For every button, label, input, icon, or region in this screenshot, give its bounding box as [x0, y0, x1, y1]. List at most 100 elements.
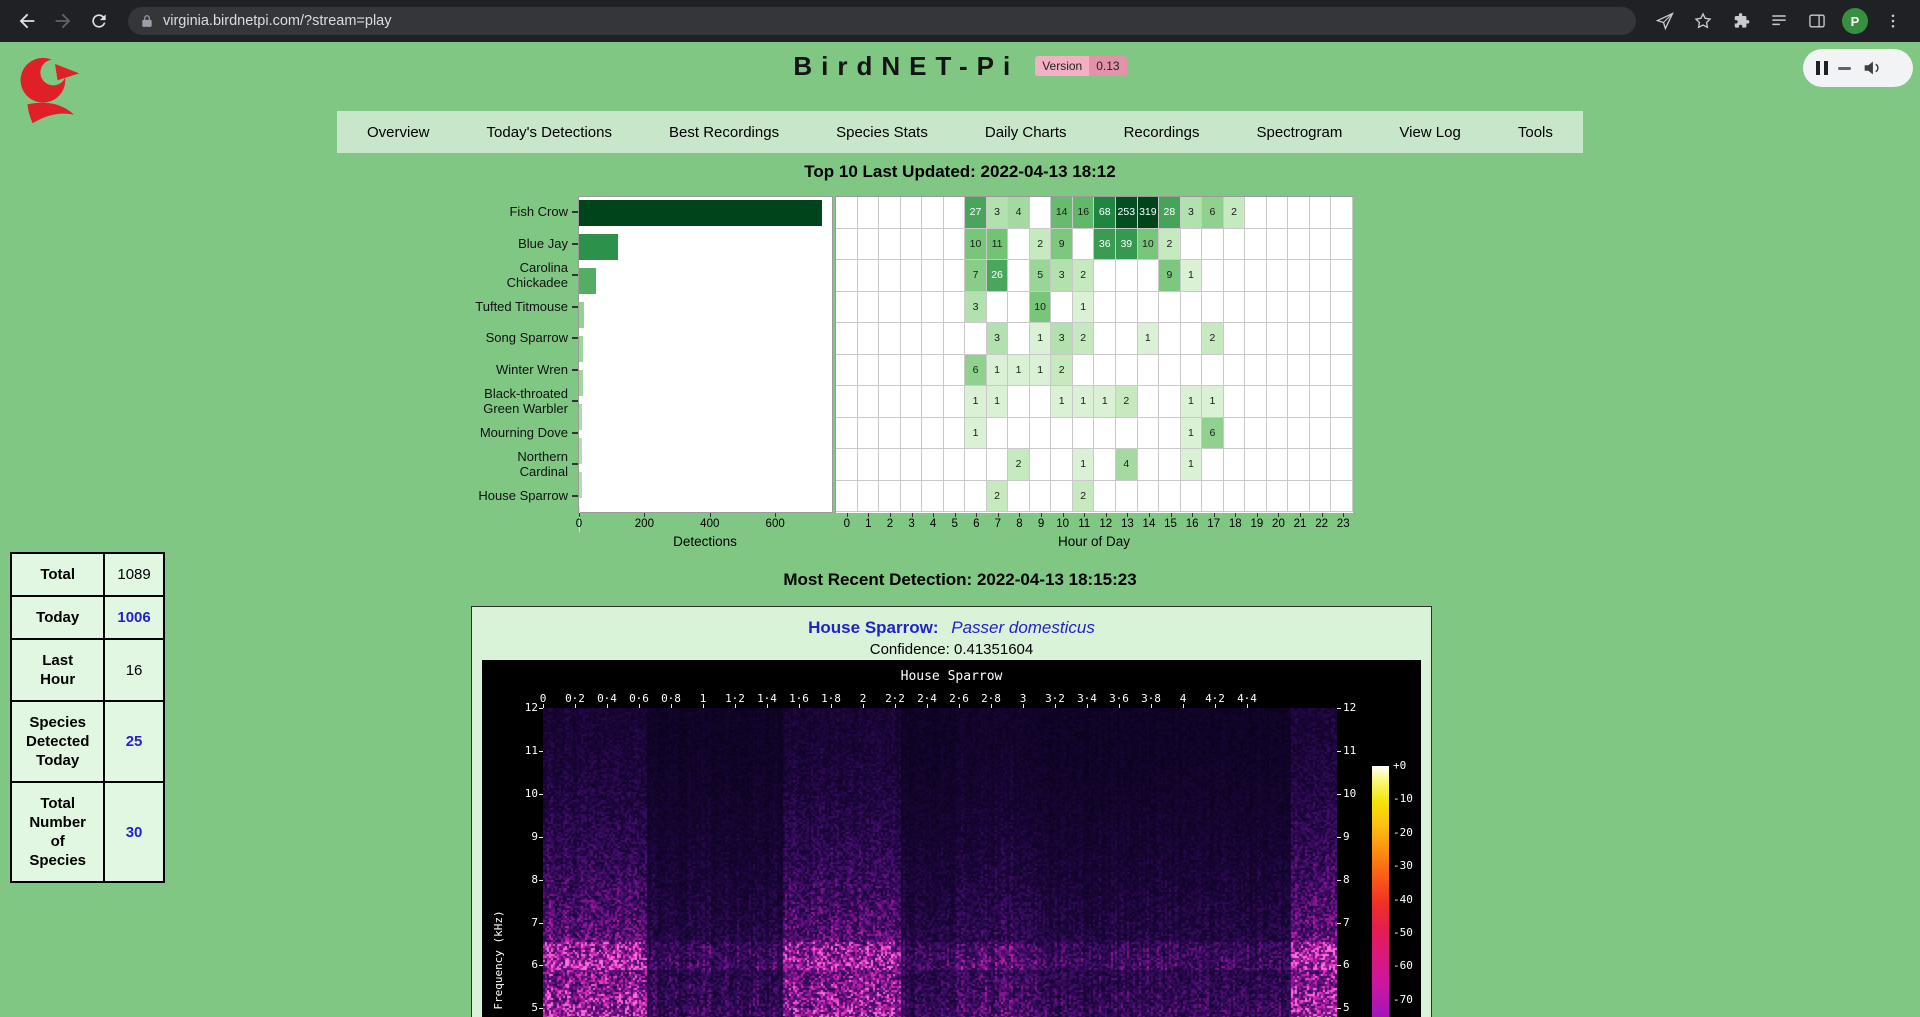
extensions-puzzle-icon[interactable] — [1724, 4, 1758, 38]
species-label-northern-cardinal: Northern Cardinal — [413, 448, 568, 480]
heat-cell — [944, 260, 966, 292]
pause-button[interactable] — [1816, 61, 1828, 75]
spectrogram-freq-ticklabel-left: 6 — [502, 958, 538, 971]
nav-item-recordings[interactable]: Recordings — [1124, 124, 1200, 141]
bookmark-star-icon[interactable] — [1686, 4, 1720, 38]
profile-avatar[interactable]: P — [1842, 8, 1868, 34]
stats-value-link[interactable]: 25 — [104, 701, 163, 782]
heat-cell: 3 — [1051, 323, 1073, 355]
species-label-blue-jay: Blue Jay — [413, 228, 568, 260]
spectrogram-time-tick — [863, 704, 864, 708]
heat-cell — [1008, 260, 1030, 292]
heat-cell — [1288, 323, 1310, 355]
colorbar-ticklabel: -70 — [1393, 993, 1413, 1006]
heat-cell — [987, 418, 1009, 450]
detection-species-link[interactable]: House Sparrow: — [808, 618, 938, 637]
heat-cell: 1 — [1073, 292, 1095, 324]
heat-cell — [1094, 355, 1116, 387]
heat-cell — [1116, 292, 1138, 324]
spectrogram: House Sparrow Frequency (kHz) 00·20·40·6… — [482, 660, 1421, 1017]
stats-value-link[interactable]: 30 — [104, 782, 163, 882]
colorbar-ticklabel: -40 — [1393, 893, 1413, 906]
heat-cell — [1331, 386, 1353, 418]
heat-cell — [901, 355, 923, 387]
hour-axis-tick — [933, 513, 934, 517]
heat-cell — [1138, 260, 1160, 292]
spectrogram-time-tick — [671, 704, 672, 708]
back-button[interactable] — [10, 4, 44, 38]
audio-player[interactable] — [1803, 49, 1913, 87]
hour-axis-ticklabel: 11 — [1078, 518, 1090, 530]
heat-cell — [1331, 355, 1353, 387]
volume-icon[interactable] — [1861, 57, 1883, 79]
hour-axis-tick — [1214, 513, 1215, 517]
nav-item-today-s-detections[interactable]: Today's Detections — [487, 124, 612, 141]
stats-value-link[interactable]: 1006 — [104, 596, 163, 639]
spectrogram-title: House Sparrow — [482, 669, 1421, 684]
side-panel-icon[interactable] — [1800, 4, 1834, 38]
species-label-winter-wren: Winter Wren — [413, 354, 568, 386]
heat-cell: 1 — [1051, 386, 1073, 418]
bar-chart-panel — [578, 196, 833, 513]
detection-confidence: Confidence: 0.41351604 — [472, 641, 1431, 658]
heat-cell: 2 — [987, 481, 1009, 513]
hour-axis-ticklabel: 17 — [1207, 518, 1220, 530]
nav-item-tools[interactable]: Tools — [1518, 124, 1553, 141]
heat-row-carolina-chickadee: 72653291 — [836, 260, 1353, 292]
heat-cell: 6 — [1202, 197, 1224, 229]
spectrogram-time-tick — [735, 704, 736, 708]
heat-cell — [901, 449, 923, 481]
spectrogram-freq-ticklabel-left: 8 — [502, 873, 538, 886]
spectrogram-freq-tick — [539, 837, 543, 838]
spectrogram-freq-tick — [539, 880, 543, 881]
heat-cell: 10 — [965, 229, 987, 261]
heat-cell — [1030, 386, 1052, 418]
stats-row: Species Detected Today25 — [11, 701, 164, 782]
heat-cell — [1008, 323, 1030, 355]
heat-cell — [1008, 229, 1030, 261]
nav-item-daily-charts[interactable]: Daily Charts — [985, 124, 1067, 141]
nav-item-view-log[interactable]: View Log — [1399, 124, 1460, 141]
hour-axis-tick — [1235, 513, 1236, 517]
menu-dots-icon[interactable] — [1876, 4, 1910, 38]
heat-cell: 4 — [1116, 449, 1138, 481]
nav-item-species-stats[interactable]: Species Stats — [836, 124, 928, 141]
heat-cell — [879, 355, 901, 387]
heat-cell: 36 — [1094, 229, 1116, 261]
heat-cell — [1331, 260, 1353, 292]
bar-axis-ticklabel: 600 — [766, 518, 785, 530]
heat-cell — [879, 323, 901, 355]
spectrogram-time-tick — [639, 704, 640, 708]
nav-item-overview[interactable]: Overview — [367, 124, 430, 141]
heat-cell — [901, 260, 923, 292]
heat-cell — [858, 229, 880, 261]
heat-row-house-sparrow: 22 — [836, 481, 1353, 513]
heat-cell: 16 — [1073, 197, 1095, 229]
address-bar[interactable]: virginia.birdnetpi.com/?stream=play — [128, 7, 1636, 35]
heat-cell — [1073, 418, 1095, 450]
hour-axis-ticklabel: 20 — [1272, 518, 1285, 530]
spectrogram-freq-tick — [539, 1008, 543, 1009]
heat-cell — [1138, 449, 1160, 481]
bar-row-blue-jay — [579, 234, 832, 266]
audio-timeline[interactable] — [1838, 67, 1851, 70]
reload-button[interactable] — [82, 4, 116, 38]
heat-cell — [1181, 229, 1203, 261]
send-icon[interactable] — [1648, 4, 1682, 38]
heat-cell — [1202, 260, 1224, 292]
heat-cell — [1245, 449, 1267, 481]
heat-cell — [1288, 481, 1310, 513]
heat-cell — [879, 292, 901, 324]
spectrogram-time-tick — [1183, 704, 1184, 708]
spectrogram-time-tick — [927, 704, 928, 708]
nav-item-spectrogram[interactable]: Spectrogram — [1256, 124, 1342, 141]
heat-cell — [1245, 229, 1267, 261]
reading-list-icon[interactable] — [1762, 4, 1796, 38]
heat-cell: 9 — [1051, 229, 1073, 261]
spectrogram-freq-tick — [1337, 965, 1341, 966]
nav-item-best-recordings[interactable]: Best Recordings — [669, 124, 779, 141]
forward-button[interactable] — [46, 4, 80, 38]
spectrogram-freq-tick — [539, 751, 543, 752]
heat-cell — [1051, 418, 1073, 450]
hour-axis-ticklabel: 4 — [930, 518, 936, 530]
